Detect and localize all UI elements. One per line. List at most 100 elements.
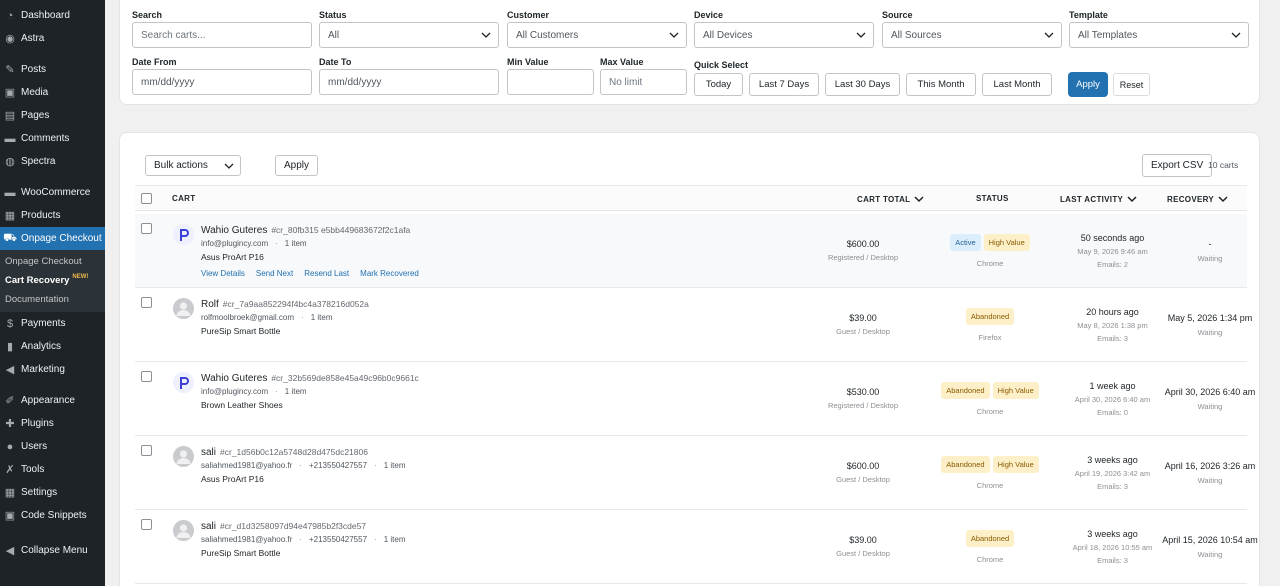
quick-last-month-button[interactable]: Last Month [982,73,1052,96]
sidebar-item-comments[interactable]: ▬ Comments [0,127,105,150]
sidebar-item-collapse-menu[interactable]: ◀ Collapse Menu [0,539,105,562]
customer-name[interactable]: sali [201,447,216,458]
bulk-actions-select[interactable]: Bulk actions [145,155,241,176]
customer-meta: info@plugincy.com · 1 item [201,387,307,396]
row-action-resend-last-link[interactable]: Resend Last [304,269,349,278]
cart-count: 10 carts [1208,160,1239,170]
col-cart-total[interactable]: CART TOTAL [857,194,924,204]
cart-total: $530.00 Registered / Desktop [823,387,903,410]
activity-date: April 19, 2026 3:42 am [1074,469,1151,478]
sidebar-item-payments[interactable]: $ Payments [0,312,105,335]
row-checkbox[interactable] [141,371,152,382]
sidebar-item-label: Comments [21,133,70,144]
device-value: All Devices [703,29,753,41]
submenu-item-label: Onpage Checkout [5,256,82,267]
sidebar-item-tools[interactable]: ✗ Tools [0,458,105,481]
row-checkbox[interactable] [141,297,152,308]
sidebar-item-marketing[interactable]: ◀ Marketing [0,358,105,381]
status-badges: Active High Value [925,234,1055,251]
submenu-item-documentation[interactable]: Documentation [0,290,105,309]
status-select[interactable]: All [319,22,499,48]
last-activity: 3 weeks ago April 18, 2026 10:55 am Emails… [1055,529,1170,565]
quick-last-30-days-button[interactable]: Last 30 Days [825,73,900,96]
sidebar-item-label: Appearance [21,395,75,406]
customer-name[interactable]: Rolf [201,299,219,310]
table-row[interactable]: sali #cr_d1d3258097d94e47985b2f3cde57 sali… [135,510,1258,584]
customer-label: Customer [507,10,550,20]
cart-id: #cr_32b569de858e45a49c96b0c9661c [271,373,419,383]
sidebar-item-spectra[interactable]: ◍ Spectra [0,150,105,173]
sidebar-item-label: Users [21,441,48,452]
reset-filters-button[interactable]: Reset [1113,73,1150,96]
customer-name[interactable]: Wahio Guteres [201,373,267,384]
brush-icon: ✐ [5,395,15,407]
activity-ago: 1 week ago [1089,381,1136,391]
sidebar-item-astra[interactable]: ◉ Astra [0,27,105,50]
col-last-activity[interactable]: LAST ACTIVITY [1060,194,1137,204]
plugin-icon: ✚ [5,418,15,430]
sidebar-item-appearance[interactable]: ✐ Appearance [0,389,105,412]
customer-meta: saliahmed1981@yahoo.fr · +213550427557 · 1 i… [201,535,406,544]
col-cart: CART [172,194,195,203]
sidebar-item-label: Code Snippets [21,510,87,521]
sidebar-item-posts[interactable]: ✎ Posts [0,58,105,81]
submenu-item-cart-recovery[interactable]: Cart Recovery NEW! [0,271,105,290]
export-csv-button[interactable]: Export CSV [1142,154,1213,177]
sidebar-item-settings[interactable]: ▦ Settings [0,481,105,504]
product-name: Asus ProArt P16 [201,474,264,484]
bulk-apply-button[interactable]: Apply [275,155,319,176]
source-select[interactable]: All Sources [882,22,1062,48]
sidebar-item-code-snippets[interactable]: ▣ Code Snippets [0,504,105,527]
cart-total: $39.00 Guest / Desktop [823,313,903,336]
recovery-status: Waiting [1197,328,1223,337]
sidebar-item-onpage-checkout[interactable]: ⛟ Onpage Checkout [0,227,105,250]
submenu-item-onpage-checkout[interactable]: Onpage Checkout [0,252,105,271]
sidebar-item-analytics[interactable]: ▮ Analytics [0,335,105,358]
customer-name-line: Wahio Guteres #cr_80fb315 e5bb449683672f2… [201,225,410,236]
sidebar-item-media[interactable]: ▣ Media [0,81,105,104]
sidebar-item-woocommerce[interactable]: ▬ WooCommerce [0,181,105,204]
quick-today-button[interactable]: Today [694,73,743,96]
sidebar-item-dashboard[interactable]: ◔ Dashboard [0,4,105,27]
sidebar-item-pages[interactable]: ▤ Pages [0,104,105,127]
row-checkbox[interactable] [141,519,152,530]
col-recovery[interactable]: RECOVERY [1167,194,1228,204]
table-row[interactable]: Wahio Guteres #cr_80fb315 e5bb449683672f2… [135,214,1247,288]
row-actions: View Details Send Next Resend Last Mark Rec… [201,269,430,278]
quick-last-7-days-button[interactable]: Last 7 Days [749,73,819,96]
cart-total-value: $600.00 [846,461,880,471]
quick-this-month-button[interactable]: This Month [906,73,976,96]
date-from-input[interactable]: mm/dd/yyyy [132,69,312,95]
min-value-input[interactable] [507,69,594,95]
customer-name-line: sali #cr_1d56b0c12a5748d28d475dc21806 [201,447,368,458]
row-checkbox[interactable] [141,445,152,456]
sidebar-item-plugins[interactable]: ✚ Plugins [0,412,105,435]
cart-source: Registered / Desktop [827,253,899,262]
activity-ago: 50 seconds ago [1080,233,1145,243]
max-value-input[interactable]: No limit [600,69,687,95]
customer-name[interactable]: Wahio Guteres [201,225,267,236]
table-row[interactable]: Wahio Guteres #cr_32b569de858e45a49c96b0c… [135,362,1255,436]
select-all-checkbox[interactable] [141,193,152,204]
sidebar-item-label: Marketing [21,364,65,375]
row-action-send-next-link[interactable]: Send Next [256,269,293,278]
cart-total: $39.00 Guest / Desktop [823,535,903,558]
min-value-label: Min Value [507,57,549,67]
row-action-mark-recovered-link[interactable]: Mark Recovered [360,269,419,278]
customer-select[interactable]: All Customers [507,22,687,48]
template-select[interactable]: All Templates [1069,22,1249,48]
row-action-view-details-link[interactable]: View Details [201,269,245,278]
table-row[interactable]: Rolf #cr_7a9aa852294f4bc4a378216d052a rolf… [135,288,1252,362]
row-checkbox[interactable] [141,223,152,234]
sidebar-item-users[interactable]: ● Users [0,435,105,458]
device-select[interactable]: All Devices [694,22,874,48]
date-to-input[interactable]: mm/dd/yyyy [319,69,499,95]
apply-filters-button[interactable]: Apply [1069,73,1107,96]
max-value-placeholder: No limit [609,76,643,88]
search-input[interactable]: Search carts... [132,22,312,48]
table-row[interactable]: sali #cr_1d56b0c12a5748d28d475dc21806 sali… [135,436,1255,510]
sidebar-item-products[interactable]: ▦ Products [0,204,105,227]
meta-separator: · [299,461,302,470]
customer-meta: saliahmed1981@yahoo.fr · +213550427557 · 1 i… [201,461,406,470]
customer-name[interactable]: sali [201,521,216,532]
